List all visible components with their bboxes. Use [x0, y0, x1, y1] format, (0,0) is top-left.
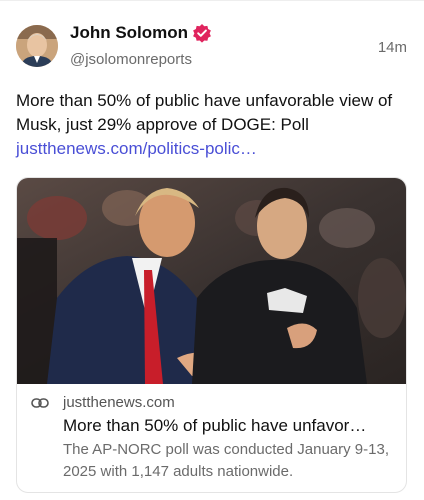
card-domain: justthenews.com — [63, 394, 175, 411]
link-preview-image — [17, 178, 406, 384]
social-post: John Solomon @jsolomonreports 14m More t… — [0, 0, 424, 500]
author-handle[interactable]: @jsolomonreports — [70, 51, 192, 68]
chain-link-icon — [31, 398, 49, 408]
card-title: More than 50% of public have unfavor… — [63, 416, 367, 435]
avatar[interactable] — [16, 25, 58, 67]
post-timestamp[interactable]: 14m — [378, 39, 407, 56]
card-description: The AP-NORC poll was conducted January 9… — [63, 441, 389, 480]
verified-badge-icon — [193, 24, 211, 43]
link-preview-card[interactable]: justthenews.com More than 50% of public … — [16, 177, 407, 493]
post-link[interactable]: justthenews.com/politics-polic… — [16, 137, 257, 161]
post-text: More than 50% of public have unfavorable… — [16, 91, 393, 134]
avatar-image — [16, 25, 58, 67]
author-name[interactable]: John Solomon — [70, 23, 188, 43]
author-name-row[interactable]: John Solomon — [70, 23, 212, 43]
